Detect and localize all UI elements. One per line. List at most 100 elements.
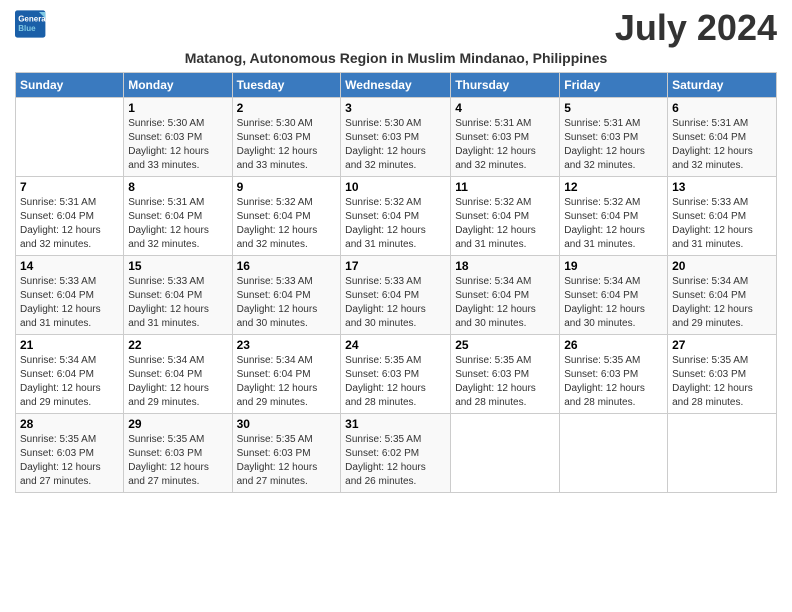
day-info: Sunrise: 5:35 AMSunset: 6:02 PMDaylight:… [345, 433, 446, 489]
calendar-day-cell: 6Sunrise: 5:31 AMSunset: 6:04 PMDaylight… [668, 98, 777, 177]
day-info: Sunrise: 5:34 AMSunset: 6:04 PMDaylight:… [564, 275, 663, 331]
calendar-day-cell [16, 98, 124, 177]
calendar-day-cell: 22Sunrise: 5:34 AMSunset: 6:04 PMDayligh… [124, 335, 232, 414]
day-number: 6 [672, 101, 772, 115]
day-info: Sunrise: 5:35 AMSunset: 6:03 PMDaylight:… [672, 354, 772, 410]
day-info: Sunrise: 5:31 AMSunset: 6:04 PMDaylight:… [128, 196, 227, 252]
day-info: Sunrise: 5:31 AMSunset: 6:04 PMDaylight:… [20, 196, 119, 252]
calendar-week-row: 14Sunrise: 5:33 AMSunset: 6:04 PMDayligh… [16, 256, 777, 335]
calendar-day-cell: 25 Sunrise: 5:35 AMSunset: 6:03 PMDayligh… [451, 335, 560, 414]
day-number: 31 [345, 417, 446, 431]
logo: General Blue [15, 10, 47, 38]
calendar-table: SundayMondayTuesdayWednesdayThursdayFrid… [15, 72, 777, 493]
day-number: 26 [564, 338, 663, 352]
day-info: Sunrise: 5:31 AMSunset: 6:03 PMDaylight:… [564, 117, 663, 173]
day-info: Sunrise: 5:30 AMSunset: 6:03 PMDaylight:… [128, 117, 227, 173]
day-info: Sunrise: 5:35 AMSunset: 6:03 PMDaylight:… [20, 433, 119, 489]
calendar-day-cell: 12 Sunrise: 5:32 AMSunset: 6:04 PMDayligh… [560, 177, 668, 256]
day-of-week-header: Wednesday [341, 73, 451, 98]
day-number: 25 [455, 338, 555, 352]
calendar-day-cell: 9 Sunrise: 5:32 AMSunset: 6:04 PMDaylight… [232, 177, 341, 256]
svg-text:Blue: Blue [18, 24, 36, 33]
day-info: Sunrise: 5:32 AMSunset: 6:04 PMDaylight:… [564, 196, 663, 252]
day-info: Sunrise: 5:33 AMSunset: 6:04 PMDaylight:… [345, 275, 446, 331]
day-number: 28 [20, 417, 119, 431]
day-number: 3 [345, 101, 446, 115]
calendar-day-cell: 24 Sunrise: 5:35 AMSunset: 6:03 PMDayligh… [341, 335, 451, 414]
day-number: 24 [345, 338, 446, 352]
day-info: Sunrise: 5:33 AMSunset: 6:04 PMDaylight:… [672, 196, 772, 252]
calendar-day-cell: 7 Sunrise: 5:31 AMSunset: 6:04 PMDaylight… [16, 177, 124, 256]
calendar-day-cell: 20Sunrise: 5:34 AMSunset: 6:04 PMDayligh… [668, 256, 777, 335]
calendar-week-row: 7 Sunrise: 5:31 AMSunset: 6:04 PMDaylight… [16, 177, 777, 256]
day-number: 29 [128, 417, 227, 431]
calendar-day-cell: 28 Sunrise: 5:35 AMSunset: 6:03 PMDayligh… [16, 414, 124, 493]
calendar-day-cell: 19 Sunrise: 5:34 AMSunset: 6:04 PMDayligh… [560, 256, 668, 335]
day-number: 19 [564, 259, 663, 273]
svg-text:General: General [18, 15, 47, 24]
day-number: 16 [237, 259, 337, 273]
calendar-day-cell: 13 Sunrise: 5:33 AMSunset: 6:04 PMDayligh… [668, 177, 777, 256]
day-info: Sunrise: 5:35 AMSunset: 6:03 PMDaylight:… [345, 354, 446, 410]
calendar-day-cell: 4Sunrise: 5:31 AMSunset: 6:03 PMDaylight… [451, 98, 560, 177]
day-info: Sunrise: 5:35 AMSunset: 6:03 PMDaylight:… [128, 433, 227, 489]
day-info: Sunrise: 5:32 AMSunset: 6:04 PMDaylight:… [237, 196, 337, 252]
day-info: Sunrise: 5:34 AMSunset: 6:04 PMDaylight:… [455, 275, 555, 331]
calendar-day-cell: 11Sunrise: 5:32 AMSunset: 6:04 PMDayligh… [451, 177, 560, 256]
calendar-day-cell: 18 Sunrise: 5:34 AMSunset: 6:04 PMDayligh… [451, 256, 560, 335]
day-number: 21 [20, 338, 119, 352]
calendar-day-cell: 23Sunrise: 5:34 AMSunset: 6:04 PMDayligh… [232, 335, 341, 414]
day-number: 17 [345, 259, 446, 273]
day-info: Sunrise: 5:34 AMSunset: 6:04 PMDaylight:… [128, 354, 227, 410]
day-number: 5 [564, 101, 663, 115]
calendar-day-cell: 1 Sunrise: 5:30 AMSunset: 6:03 PMDaylight… [124, 98, 232, 177]
day-info: Sunrise: 5:30 AMSunset: 6:03 PMDaylight:… [345, 117, 446, 173]
calendar-day-cell: 30Sunrise: 5:35 AMSunset: 6:03 PMDayligh… [232, 414, 341, 493]
day-number: 10 [345, 180, 446, 194]
day-number: 12 [564, 180, 663, 194]
day-number: 11 [455, 180, 555, 194]
day-info: Sunrise: 5:33 AMSunset: 6:04 PMDaylight:… [20, 275, 119, 331]
day-number: 27 [672, 338, 772, 352]
day-of-week-header: Tuesday [232, 73, 341, 98]
calendar-day-cell [451, 414, 560, 493]
month-title: July 2024 [615, 10, 777, 46]
day-info: Sunrise: 5:34 AMSunset: 6:04 PMDaylight:… [672, 275, 772, 331]
day-info: Sunrise: 5:34 AMSunset: 6:04 PMDaylight:… [20, 354, 119, 410]
calendar-day-cell: 2 Sunrise: 5:30 AMSunset: 6:03 PMDaylight… [232, 98, 341, 177]
day-number: 13 [672, 180, 772, 194]
calendar-week-row: 28 Sunrise: 5:35 AMSunset: 6:03 PMDayligh… [16, 414, 777, 493]
day-number: 9 [237, 180, 337, 194]
calendar-day-cell: 14Sunrise: 5:33 AMSunset: 6:04 PMDayligh… [16, 256, 124, 335]
day-number: 30 [237, 417, 337, 431]
day-number: 1 [128, 101, 227, 115]
day-info: Sunrise: 5:35 AMSunset: 6:03 PMDaylight:… [455, 354, 555, 410]
day-number: 15 [128, 259, 227, 273]
calendar-day-cell: 3 Sunrise: 5:30 AMSunset: 6:03 PMDaylight… [341, 98, 451, 177]
day-info: Sunrise: 5:31 AMSunset: 6:03 PMDaylight:… [455, 117, 555, 173]
day-info: Sunrise: 5:34 AMSunset: 6:04 PMDaylight:… [237, 354, 337, 410]
calendar-subtitle: Matanog, Autonomous Region in Muslim Min… [15, 50, 777, 66]
day-of-week-header: Saturday [668, 73, 777, 98]
day-number: 7 [20, 180, 119, 194]
calendar-day-cell: 10Sunrise: 5:32 AMSunset: 6:04 PMDayligh… [341, 177, 451, 256]
day-info: Sunrise: 5:35 AMSunset: 6:03 PMDaylight:… [564, 354, 663, 410]
calendar-week-row: 21 Sunrise: 5:34 AMSunset: 6:04 PMDayligh… [16, 335, 777, 414]
day-number: 18 [455, 259, 555, 273]
day-number: 2 [237, 101, 337, 115]
day-info: Sunrise: 5:33 AMSunset: 6:04 PMDaylight:… [237, 275, 337, 331]
day-of-week-header: Monday [124, 73, 232, 98]
day-of-week-header: Friday [560, 73, 668, 98]
day-of-week-header: Thursday [451, 73, 560, 98]
day-info: Sunrise: 5:30 AMSunset: 6:03 PMDaylight:… [237, 117, 337, 173]
calendar-day-cell: 21 Sunrise: 5:34 AMSunset: 6:04 PMDayligh… [16, 335, 124, 414]
calendar-day-cell: 17 Sunrise: 5:33 AMSunset: 6:04 PMDayligh… [341, 256, 451, 335]
day-number: 8 [128, 180, 227, 194]
calendar-day-cell [668, 414, 777, 493]
calendar-day-cell: 31 Sunrise: 5:35 AMSunset: 6:02 PMDayligh… [341, 414, 451, 493]
calendar-day-cell: 29 Sunrise: 5:35 AMSunset: 6:03 PMDayligh… [124, 414, 232, 493]
calendar-day-cell: 15 Sunrise: 5:33 AMSunset: 6:04 PMDayligh… [124, 256, 232, 335]
day-info: Sunrise: 5:33 AMSunset: 6:04 PMDaylight:… [128, 275, 227, 331]
calendar-day-cell: 8 Sunrise: 5:31 AMSunset: 6:04 PMDaylight… [124, 177, 232, 256]
calendar-day-cell [560, 414, 668, 493]
